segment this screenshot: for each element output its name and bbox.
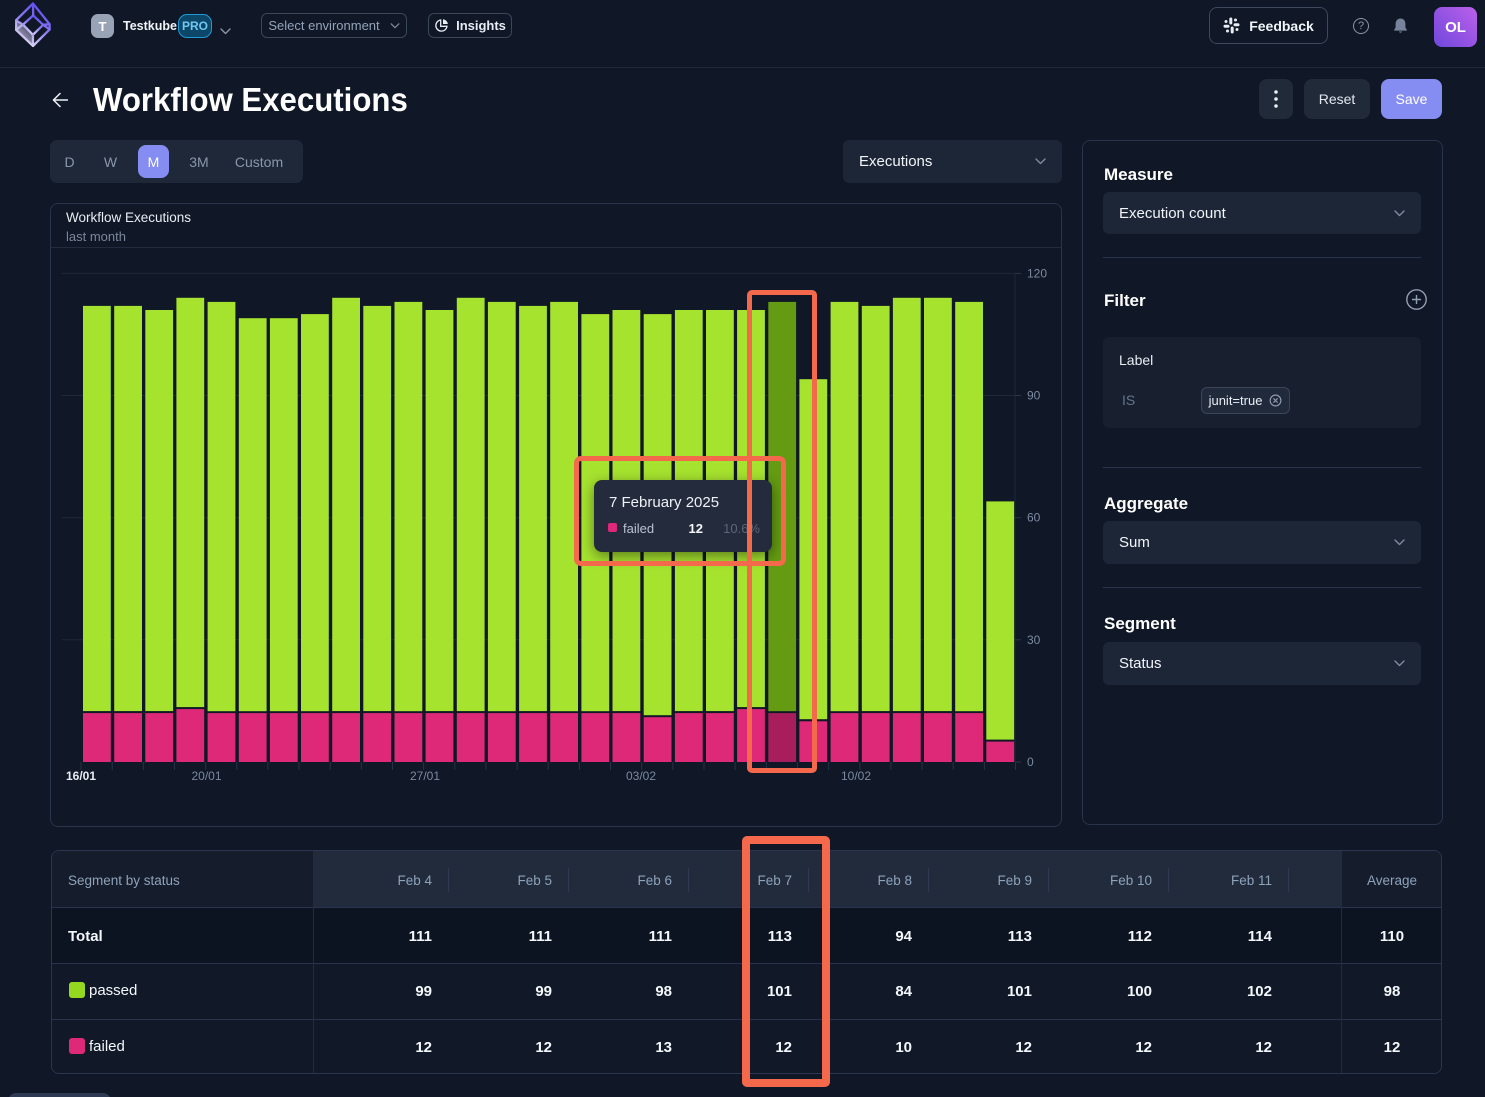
svg-text:90: 90 [1027, 389, 1041, 403]
svg-text:120: 120 [1027, 266, 1047, 280]
svg-text:16/01: 16/01 [66, 769, 96, 783]
svg-text:0: 0 [1027, 755, 1034, 769]
svg-text:30: 30 [1027, 633, 1041, 647]
svg-text:20/01: 20/01 [191, 769, 221, 783]
svg-text:27/01: 27/01 [410, 769, 440, 783]
svg-text:10/02: 10/02 [841, 769, 871, 783]
svg-text:60: 60 [1027, 511, 1041, 525]
svg-text:03/02: 03/02 [626, 769, 656, 783]
